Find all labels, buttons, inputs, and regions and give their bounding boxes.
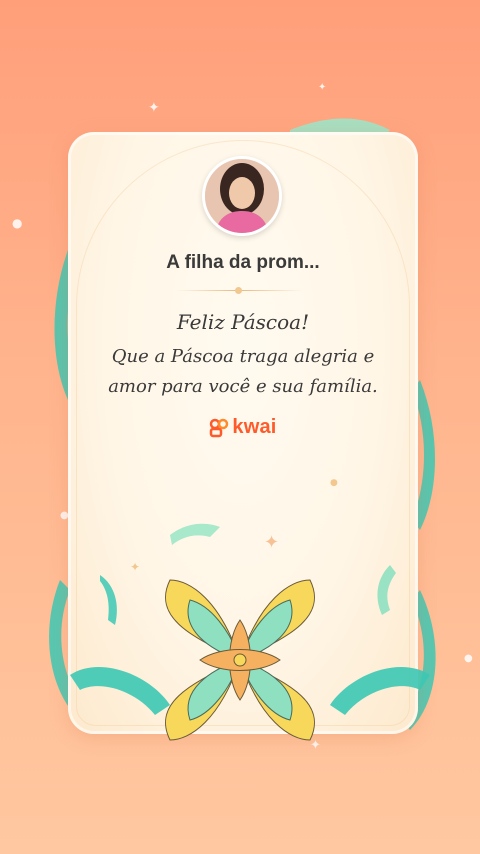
sparkle-icon: ● bbox=[464, 653, 473, 664]
sender-name: A filha da prom... bbox=[166, 252, 320, 273]
flower-ornament bbox=[70, 523, 430, 741]
kwai-branding[interactable]: kwai bbox=[68, 416, 418, 439]
greeting-message: Que a Páscoa traga alegria e amor para v… bbox=[88, 342, 398, 402]
avatar[interactable] bbox=[202, 156, 282, 236]
message-line-1: Que a Páscoa traga alegria e bbox=[111, 346, 375, 367]
avatar-photo bbox=[205, 159, 279, 233]
sparkle-icon: ● bbox=[330, 478, 338, 488]
sparkle-icon: ✦ bbox=[318, 82, 327, 93]
kwai-logo-icon bbox=[210, 418, 229, 437]
kwai-brand-label: kwai bbox=[232, 416, 277, 438]
message-line-2: amor para você e sua família. bbox=[108, 376, 378, 397]
greeting-text: Feliz Páscoa! bbox=[176, 310, 310, 334]
divider-ornament bbox=[235, 287, 242, 294]
sparkle-icon: ● bbox=[12, 216, 23, 230]
